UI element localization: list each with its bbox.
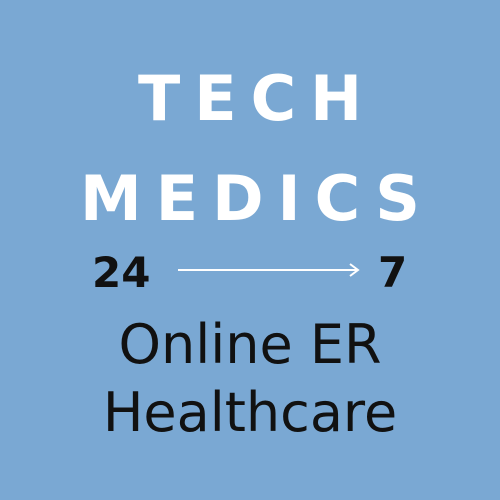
subtitle-line-1: Online ER xyxy=(118,313,382,376)
hours-right-number: 7 xyxy=(378,248,408,297)
subtitle-line-2: Healthcare xyxy=(102,381,398,444)
right-arrow-icon xyxy=(178,263,360,277)
hours-left-number: 24 xyxy=(92,248,151,297)
title-line-1: TECH xyxy=(137,62,377,135)
title-line-2: MEDICS xyxy=(80,162,434,235)
